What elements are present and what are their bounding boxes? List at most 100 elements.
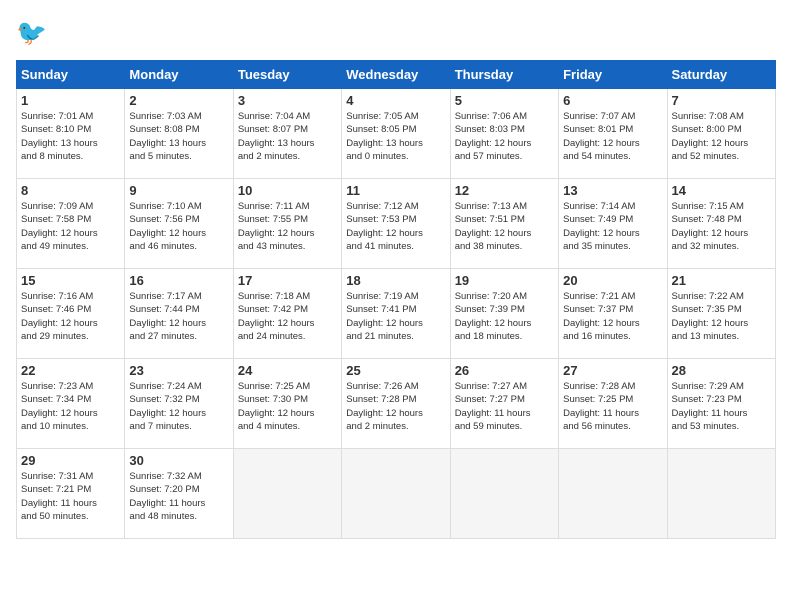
calendar-day: 7 Sunrise: 7:08 AM Sunset: 8:00 PM Daylig…	[667, 89, 775, 179]
calendar-day: 21 Sunrise: 7:22 AM Sunset: 7:35 PM Dayli…	[667, 269, 775, 359]
weekday-header-saturday: Saturday	[667, 61, 775, 89]
day-number: 22	[21, 363, 120, 378]
day-info: Sunrise: 7:20 AM Sunset: 7:39 PM Dayligh…	[455, 290, 554, 343]
day-number: 25	[346, 363, 445, 378]
day-number: 16	[129, 273, 228, 288]
calendar-day: 24 Sunrise: 7:25 AM Sunset: 7:30 PM Dayli…	[233, 359, 341, 449]
day-number: 7	[672, 93, 771, 108]
day-info: Sunrise: 7:31 AM Sunset: 7:21 PM Dayligh…	[21, 470, 120, 523]
calendar-day: 19 Sunrise: 7:20 AM Sunset: 7:39 PM Dayli…	[450, 269, 558, 359]
day-number: 8	[21, 183, 120, 198]
svg-text:🐦: 🐦	[16, 19, 47, 47]
calendar-day: 22 Sunrise: 7:23 AM Sunset: 7:34 PM Dayli…	[17, 359, 125, 449]
day-info: Sunrise: 7:22 AM Sunset: 7:35 PM Dayligh…	[672, 290, 771, 343]
day-info: Sunrise: 7:10 AM Sunset: 7:56 PM Dayligh…	[129, 200, 228, 253]
calendar-day: 17Sunrise: 7:18 AM Sunset: 7:42 PM Dayli…	[233, 269, 341, 359]
weekday-header-tuesday: Tuesday	[233, 61, 341, 89]
day-info: Sunrise: 7:28 AM Sunset: 7:25 PM Dayligh…	[563, 380, 662, 433]
day-info: Sunrise: 7:07 AM Sunset: 8:01 PM Dayligh…	[563, 110, 662, 163]
day-info: Sunrise: 7:17 AM Sunset: 7:44 PM Dayligh…	[129, 290, 228, 343]
day-number: 12	[455, 183, 554, 198]
weekday-header-friday: Friday	[559, 61, 667, 89]
day-number: 3	[238, 93, 337, 108]
day-info: Sunrise: 7:03 AM Sunset: 8:08 PM Dayligh…	[129, 110, 228, 163]
day-number: 27	[563, 363, 662, 378]
day-info: Sunrise: 7:27 AM Sunset: 7:27 PM Dayligh…	[455, 380, 554, 433]
calendar-day: 11Sunrise: 7:12 AM Sunset: 7:53 PM Dayli…	[342, 179, 450, 269]
calendar-day: 25 Sunrise: 7:26 AM Sunset: 7:28 PM Dayli…	[342, 359, 450, 449]
day-number: 26	[455, 363, 554, 378]
day-number: 29	[21, 453, 120, 468]
day-info: Sunrise: 7:26 AM Sunset: 7:28 PM Dayligh…	[346, 380, 445, 433]
calendar-day: 23 Sunrise: 7:24 AM Sunset: 7:32 PM Dayli…	[125, 359, 233, 449]
calendar-day: 14 Sunrise: 7:15 AM Sunset: 7:48 PM Dayli…	[667, 179, 775, 269]
calendar-day: 2 Sunrise: 7:03 AM Sunset: 8:08 PM Daylig…	[125, 89, 233, 179]
calendar-day: 8 Sunrise: 7:09 AM Sunset: 7:58 PM Daylig…	[17, 179, 125, 269]
day-info: Sunrise: 7:21 AM Sunset: 7:37 PM Dayligh…	[563, 290, 662, 343]
day-info: Sunrise: 7:25 AM Sunset: 7:30 PM Dayligh…	[238, 380, 337, 433]
weekday-header-thursday: Thursday	[450, 61, 558, 89]
day-number: 10	[238, 183, 337, 198]
day-number: 2	[129, 93, 228, 108]
calendar-day	[559, 449, 667, 539]
calendar-day: 27 Sunrise: 7:28 AM Sunset: 7:25 PM Dayli…	[559, 359, 667, 449]
day-info: Sunrise: 7:14 AM Sunset: 7:49 PM Dayligh…	[563, 200, 662, 253]
day-number: 20	[563, 273, 662, 288]
calendar-day: 4Sunrise: 7:05 AM Sunset: 8:05 PM Daylig…	[342, 89, 450, 179]
calendar-day: 9Sunrise: 7:10 AM Sunset: 7:56 PM Daylig…	[125, 179, 233, 269]
day-number: 15	[21, 273, 120, 288]
day-number: 19	[455, 273, 554, 288]
day-number: 1	[21, 93, 120, 108]
day-info: Sunrise: 7:32 AM Sunset: 7:20 PM Dayligh…	[129, 470, 228, 523]
calendar-day: 3 Sunrise: 7:04 AM Sunset: 8:07 PM Daylig…	[233, 89, 341, 179]
day-number: 17	[238, 273, 337, 288]
day-info: Sunrise: 7:06 AM Sunset: 8:03 PM Dayligh…	[455, 110, 554, 163]
day-number: 28	[672, 363, 771, 378]
calendar-day: 5 Sunrise: 7:06 AM Sunset: 8:03 PM Daylig…	[450, 89, 558, 179]
calendar-day: 18 Sunrise: 7:19 AM Sunset: 7:41 PM Dayli…	[342, 269, 450, 359]
day-info: Sunrise: 7:19 AM Sunset: 7:41 PM Dayligh…	[346, 290, 445, 343]
day-info: Sunrise: 7:01 AM Sunset: 8:10 PM Dayligh…	[21, 110, 120, 163]
logo: 🐦	[16, 16, 52, 48]
day-number: 6	[563, 93, 662, 108]
day-number: 5	[455, 93, 554, 108]
day-number: 24	[238, 363, 337, 378]
calendar-day	[342, 449, 450, 539]
calendar-day	[233, 449, 341, 539]
day-number: 21	[672, 273, 771, 288]
calendar-day: 20 Sunrise: 7:21 AM Sunset: 7:37 PM Dayli…	[559, 269, 667, 359]
calendar-day: 29 Sunrise: 7:31 AM Sunset: 7:21 PM Dayli…	[17, 449, 125, 539]
calendar-day: 28 Sunrise: 7:29 AM Sunset: 7:23 PM Dayli…	[667, 359, 775, 449]
day-info: Sunrise: 7:16 AM Sunset: 7:46 PM Dayligh…	[21, 290, 120, 343]
logo-bird-icon: 🐦	[16, 16, 48, 48]
day-info: Sunrise: 7:29 AM Sunset: 7:23 PM Dayligh…	[672, 380, 771, 433]
day-info: Sunrise: 7:04 AM Sunset: 8:07 PM Dayligh…	[238, 110, 337, 163]
day-info: Sunrise: 7:13 AM Sunset: 7:51 PM Dayligh…	[455, 200, 554, 253]
calendar-day: 30 Sunrise: 7:32 AM Sunset: 7:20 PM Dayli…	[125, 449, 233, 539]
weekday-header-sunday: Sunday	[17, 61, 125, 89]
day-number: 18	[346, 273, 445, 288]
day-info: Sunrise: 7:11 AM Sunset: 7:55 PM Dayligh…	[238, 200, 337, 253]
day-info: Sunrise: 7:23 AM Sunset: 7:34 PM Dayligh…	[21, 380, 120, 433]
day-info: Sunrise: 7:15 AM Sunset: 7:48 PM Dayligh…	[672, 200, 771, 253]
calendar-day: 15 Sunrise: 7:16 AM Sunset: 7:46 PM Dayli…	[17, 269, 125, 359]
day-info: Sunrise: 7:09 AM Sunset: 7:58 PM Dayligh…	[21, 200, 120, 253]
weekday-header-wednesday: Wednesday	[342, 61, 450, 89]
calendar-day: 12 Sunrise: 7:13 AM Sunset: 7:51 PM Dayli…	[450, 179, 558, 269]
page-header: 🐦	[16, 16, 776, 48]
calendar-day: 26 Sunrise: 7:27 AM Sunset: 7:27 PM Dayli…	[450, 359, 558, 449]
calendar-day: 16 Sunrise: 7:17 AM Sunset: 7:44 PM Dayli…	[125, 269, 233, 359]
day-number: 30	[129, 453, 228, 468]
day-info: Sunrise: 7:05 AM Sunset: 8:05 PM Dayligh…	[346, 110, 445, 163]
calendar-table: SundayMondayTuesdayWednesdayThursdayFrid…	[16, 60, 776, 539]
day-number: 14	[672, 183, 771, 198]
day-info: Sunrise: 7:08 AM Sunset: 8:00 PM Dayligh…	[672, 110, 771, 163]
day-number: 13	[563, 183, 662, 198]
calendar-day	[450, 449, 558, 539]
day-info: Sunrise: 7:24 AM Sunset: 7:32 PM Dayligh…	[129, 380, 228, 433]
calendar-day: 1 Sunrise: 7:01 AM Sunset: 8:10 PM Daylig…	[17, 89, 125, 179]
calendar-day	[667, 449, 775, 539]
day-number: 11	[346, 183, 445, 198]
day-number: 23	[129, 363, 228, 378]
calendar-day: 6 Sunrise: 7:07 AM Sunset: 8:01 PM Daylig…	[559, 89, 667, 179]
